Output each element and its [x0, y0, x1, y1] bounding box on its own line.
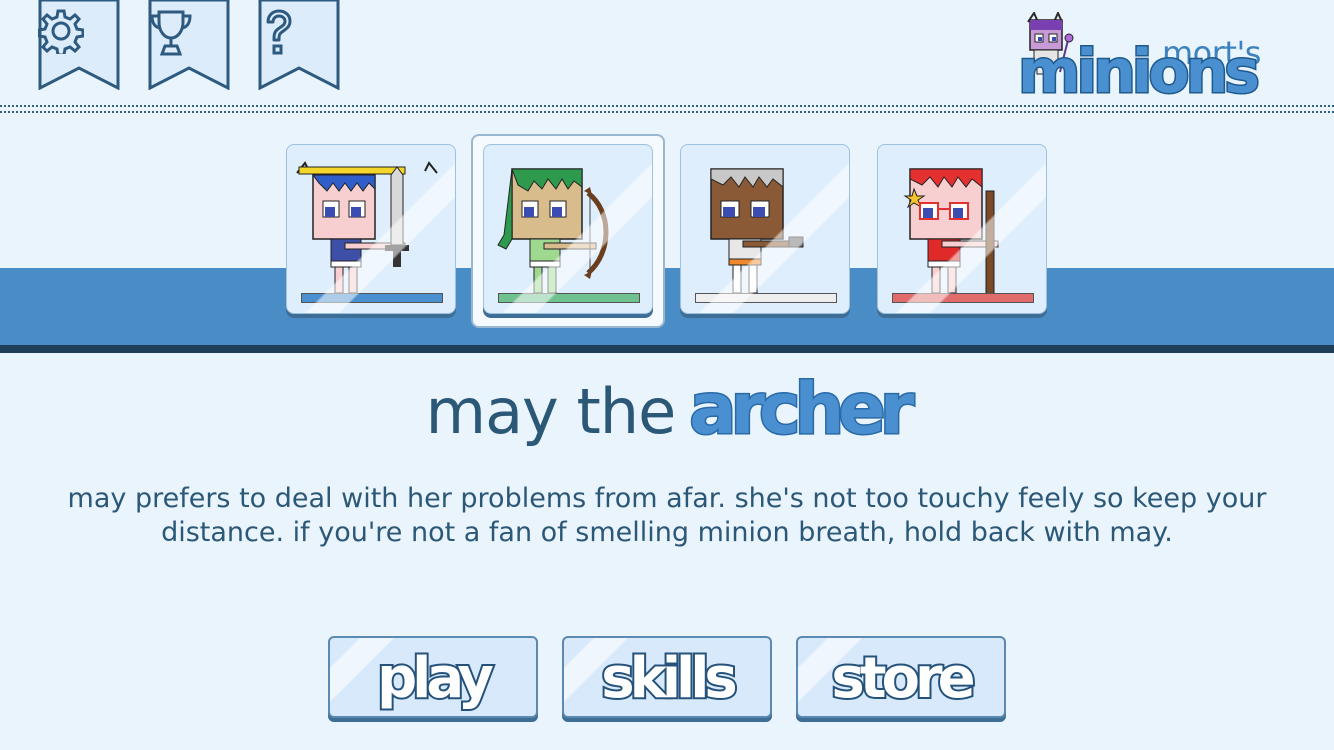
character-description: may prefers to deal with her problems fr… — [67, 483, 1267, 548]
band-shadow — [0, 345, 1334, 353]
play-label: play — [375, 646, 496, 711]
play-button[interactable]: play — [328, 636, 538, 718]
character-name: may the — [425, 375, 677, 448]
character-class: archer — [688, 367, 916, 452]
character-card-archer[interactable] — [483, 144, 653, 314]
settings-button[interactable] — [38, 0, 120, 90]
header-divider — [0, 105, 1334, 113]
character-card-staff[interactable] — [877, 144, 1047, 314]
store-button[interactable]: store — [796, 636, 1006, 718]
gear-icon — [38, 8, 120, 58]
character-color-bar — [498, 293, 640, 303]
character-title: may the archer — [0, 367, 1334, 452]
achievements-button[interactable] — [148, 0, 230, 90]
character-color-bar — [695, 293, 837, 303]
game-logo: mort's minions — [1014, 12, 1276, 108]
staff-minion-icon — [903, 168, 999, 296]
help-button[interactable] — [258, 0, 340, 90]
sword-minion-icon — [296, 161, 438, 294]
store-label: store — [829, 646, 977, 711]
character-card-gunner[interactable] — [680, 144, 850, 314]
trophy-icon — [148, 8, 230, 58]
character-band — [0, 268, 1334, 346]
skills-label: skills — [599, 646, 739, 711]
archer-minion-icon — [497, 168, 609, 294]
gunner-minion-icon — [710, 168, 804, 294]
character-card-sword[interactable] — [286, 144, 456, 314]
question-icon — [258, 8, 340, 58]
logo-minions: minions — [1016, 37, 1261, 107]
character-color-bar — [892, 293, 1034, 303]
skills-button[interactable]: skills — [562, 636, 772, 718]
character-color-bar — [301, 293, 443, 303]
